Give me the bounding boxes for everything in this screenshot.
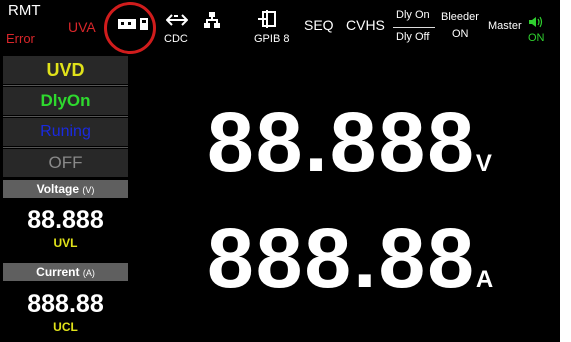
cdc-label: CDC — [164, 33, 188, 45]
seq-indicator: SEQ — [304, 17, 334, 33]
current-limit-value: 888. — [27, 290, 76, 318]
voltage-readout: 88.888V — [207, 94, 494, 191]
main-readout: 88.888V 888.88A — [131, 54, 560, 342]
dly-off-label: Dly Off — [396, 31, 430, 43]
voltage-reading: 88.888 — [207, 95, 476, 189]
lan-icon — [204, 12, 220, 28]
voltage-header: Voltage (V) — [3, 180, 128, 198]
highlight-circle — [104, 2, 156, 54]
status-bar: RMT Error UVA CDC GPIB 8 SEQ CVHS Dly On… — [0, 0, 560, 54]
current-limit-tail: 8 — [89, 290, 104, 318]
uvl-label: UVL — [53, 236, 78, 250]
voltage-limit-box[interactable]: 88.888 UVL — [3, 199, 128, 261]
current-limit-cursor-digit: 8 — [75, 290, 90, 318]
current-unit-label: A — [475, 266, 496, 293]
left-panel: UVD DlyOn Runing OFF Voltage (V) 88.888 … — [0, 54, 131, 342]
voltage-limit-cursor-digit: 8 — [89, 206, 104, 234]
current-reading: 888.88 — [207, 211, 476, 305]
current-unit: (A) — [82, 268, 95, 278]
speaker-state: ON — [528, 32, 545, 44]
dly-on-label: Dly On — [396, 9, 430, 21]
current-header: Current (A) — [3, 263, 128, 281]
status-off: OFF — [3, 149, 128, 177]
status-running: Runing — [3, 118, 128, 146]
gpib-label: GPIB 8 — [254, 33, 290, 45]
voltage-limit-value: 88.88 — [27, 206, 90, 234]
instrument-screen: RMT Error UVA CDC GPIB 8 SEQ CVHS Dly On… — [0, 0, 560, 342]
gpib-icon — [258, 10, 276, 28]
uva-indicator: UVA — [68, 19, 96, 35]
voltage-unit-label: V — [475, 150, 494, 177]
voltage-unit: (V) — [82, 185, 95, 195]
cvhs-indicator: CVHS — [346, 17, 385, 33]
remote-indicator: RMT — [8, 2, 41, 19]
master-label: Master — [488, 20, 522, 32]
status-uvd: UVD — [3, 56, 128, 84]
cdc-icon — [166, 14, 188, 26]
speaker-icon — [529, 16, 543, 28]
bleeder-label: Bleeder — [441, 11, 479, 23]
divider — [3, 85, 128, 86]
divider — [3, 116, 128, 117]
error-indicator: Error — [6, 31, 35, 46]
current-title: Current — [36, 265, 80, 279]
divider — [393, 27, 435, 28]
current-limit-box[interactable]: 888.88 UCL — [3, 282, 128, 342]
status-dlyon: DlyOn — [3, 87, 128, 115]
ucl-label: UCL — [53, 320, 78, 334]
current-readout: 888.88A — [207, 210, 495, 307]
voltage-title: Voltage — [36, 182, 80, 196]
divider — [3, 147, 128, 148]
bleeder-state: ON — [452, 28, 469, 40]
